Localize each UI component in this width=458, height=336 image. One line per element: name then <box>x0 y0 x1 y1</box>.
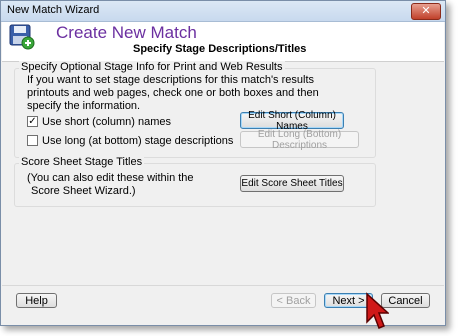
page-title: Create New Match <box>56 23 197 42</box>
title-bar: New Match Wizard ✕ <box>1 1 445 22</box>
wizard-window: New Match Wizard ✕ Create New Match Spec… <box>0 0 446 326</box>
save-icon <box>9 24 35 50</box>
close-icon: ✕ <box>421 5 431 17</box>
window-title: New Match Wizard <box>7 4 100 16</box>
help-button[interactable]: Help <box>16 293 57 308</box>
stage-info-description-line2: printouts and web pages, check one or bo… <box>27 87 319 99</box>
check-icon: ✓ <box>28 116 37 127</box>
edit-score-sheet-titles-button[interactable]: Edit Score Sheet Titles <box>240 175 344 192</box>
footer-divider <box>2 285 444 286</box>
edit-long-descriptions-button[interactable]: Edit Long (Bottom) Descriptions <box>240 129 359 151</box>
short-names-label[interactable]: Use short (column) names <box>42 116 171 129</box>
score-sheet-note-line2: Score Sheet Wizard.) <box>31 185 136 197</box>
score-sheet-note-line1: (You can also edit these within the <box>27 172 194 184</box>
long-descriptions-checkbox[interactable] <box>27 135 38 146</box>
edit-short-names-button[interactable]: Edit Short (Column) Names <box>240 110 344 132</box>
back-button[interactable]: < Back <box>271 293 316 308</box>
stage-info-group-title: Specify Optional Stage Info for Print an… <box>19 61 285 73</box>
score-sheet-group-title: Score Sheet Stage Titles <box>19 156 145 168</box>
stage-info-description-line1: If you want to set stage descriptions fo… <box>27 74 315 86</box>
close-button[interactable]: ✕ <box>411 3 441 20</box>
page-subtitle: Specify Stage Descriptions/Titles <box>133 43 307 55</box>
wizard-header: Create New Match Specify Stage Descripti… <box>2 22 444 62</box>
short-names-checkbox[interactable]: ✓ <box>27 116 38 127</box>
mouse-pointer-icon <box>366 292 389 329</box>
long-descriptions-label[interactable]: Use long (at bottom) stage descriptions <box>42 135 233 148</box>
stage-info-description-line3: specify the information. <box>27 100 141 112</box>
